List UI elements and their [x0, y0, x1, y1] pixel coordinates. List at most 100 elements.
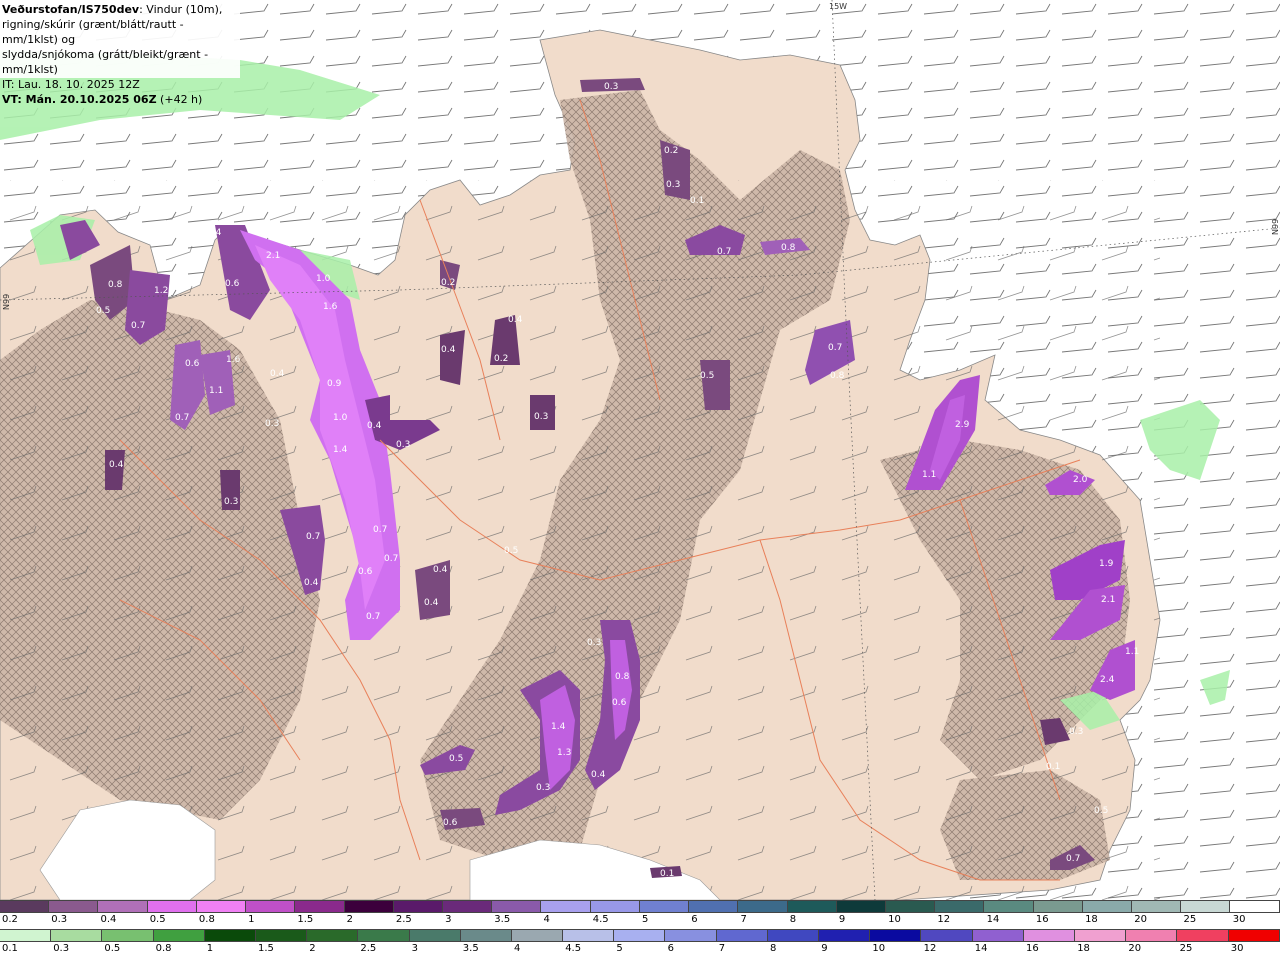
precip-label: 0.3: [587, 638, 601, 648]
precip-label: 0.7: [384, 554, 398, 564]
precip-label: 1.4: [551, 722, 566, 732]
precip-label: 0.1: [660, 869, 674, 879]
snow-legend-swatches: [0, 900, 1280, 914]
snow-legend-tick: 0.8: [198, 914, 215, 925]
snow-legend-swatch: [1230, 900, 1280, 913]
precip-label: 0.6: [358, 567, 373, 577]
precip-label: 1.1: [209, 386, 223, 396]
rain-legend-swatch: [1074, 929, 1127, 942]
precip-label: 0.4: [591, 770, 606, 780]
snow-legend-tick: 0.5: [149, 914, 166, 925]
snow-legend-tick: 1: [248, 914, 255, 925]
precip-label: 0.8: [615, 672, 630, 682]
precip-label: 0.7: [131, 321, 145, 331]
snow-legend-tick: 2: [346, 914, 353, 925]
snow-legend-tick: 0.4: [100, 914, 117, 925]
rain-legend-tick: 0.8: [155, 943, 172, 954]
snow-legend-tick: 0.3: [51, 914, 68, 925]
rain-legend-tick: 9: [821, 943, 828, 954]
precip-label: 0.1: [690, 196, 704, 206]
precip-label: 0.7: [717, 247, 731, 257]
rain-legend-tick: 18: [1077, 943, 1090, 954]
rain-legend-ticks: 0.1 0.3 0.5 0.8 1 1.5 2 2.5 3 3.5 4 4.5 5 6 7 8 9 10 12 14 1…: [0, 943, 1280, 957]
snow-legend-tick: 5: [642, 914, 649, 925]
forecast-info-panel: Veðurstofan/IS750dev: Vindur (10m), rign…: [0, 0, 240, 106]
snow-legend-tick: 9: [838, 914, 846, 925]
brand-title: Veðurstofan/IS750dev: [2, 3, 140, 16]
snow-legend-tick: 14: [986, 914, 1000, 925]
rain-legend-tick: 0.1: [2, 943, 18, 954]
precip-label: 0.6: [225, 279, 240, 289]
snow-legend-swatch: [541, 900, 591, 913]
rain-legend-tick: 12: [923, 943, 937, 954]
precip-label: 1.3: [557, 748, 571, 758]
rain-legend-swatch: [358, 929, 410, 942]
snow-legend-tick: 1.5: [297, 914, 314, 925]
precip-label: 0.7: [175, 413, 189, 423]
precip-label: 2.1: [266, 251, 280, 261]
precip-label: 0.2: [494, 354, 508, 364]
snow-legend-swatch: [836, 900, 886, 913]
rain-legend-swatch: [255, 929, 308, 942]
precip-label: 0.4: [304, 578, 319, 588]
precip-label: 0.7: [373, 525, 387, 535]
rain-legend-swatch: [1177, 929, 1229, 942]
rain-legend-tick: 0.3: [53, 943, 70, 954]
snow-legend-swatch: [1181, 900, 1231, 913]
snow-legend-swatch: [787, 900, 837, 913]
snow-legend-swatch: [935, 900, 985, 913]
snow-legend-swatch: [147, 900, 197, 913]
precip-label: 0.4: [270, 369, 285, 379]
precip-label: 0.5: [504, 546, 518, 556]
snow-legend-swatch: [295, 900, 345, 913]
coord-label-n99-right: N99: [1271, 219, 1280, 235]
rain-legend-swatch: [409, 929, 461, 942]
rain-legend-tick: 5: [616, 943, 623, 954]
precip-label: 1.1: [922, 470, 936, 480]
precip-label: 0.7: [366, 612, 380, 622]
precip-label: 0.3: [536, 783, 550, 793]
snow-legend-swatch: [1132, 900, 1182, 913]
snow-legend-tick: 4: [543, 914, 550, 925]
precip-label: 0.5: [1094, 806, 1108, 816]
rain-legend-tick: 30: [1230, 943, 1244, 954]
precip-label: 0.5: [96, 306, 110, 316]
snow-legend-tick: 16: [1035, 914, 1049, 925]
snow-legend-tick: 8: [789, 914, 797, 925]
rain-legend-swatches: [0, 929, 1280, 943]
precip-label: 0.3: [265, 419, 279, 429]
rain-legend-tick: 16: [1026, 943, 1039, 954]
rain-legend-swatch: [102, 929, 154, 942]
precip-label: 0.3: [534, 412, 548, 422]
precip-label: 0.4: [424, 598, 439, 608]
snow-legend-tick: 10: [888, 914, 901, 925]
precip-label: 0.9: [327, 379, 342, 389]
rain-legend-swatch: [0, 929, 52, 942]
rain-legend-tick: 1.5: [258, 943, 274, 954]
snow-legend-swatch: [738, 900, 788, 913]
rain-legend-tick: 14: [974, 943, 988, 954]
precip-label: 0.7: [1066, 854, 1080, 864]
precip-label: 2.4: [1100, 675, 1115, 685]
precip-label: 0.4: [207, 228, 222, 238]
precip-label: 0.7: [306, 532, 320, 542]
snow-legend-tick: 30: [1232, 914, 1246, 925]
precip-label: 2.1: [1101, 595, 1115, 605]
weather-map[interactable]: 15W N99 N99 0.3 0.2 0.3 0.1 0.7 0.8 0.5 …: [0, 0, 1280, 900]
rain-legend-swatch: [716, 929, 768, 942]
snow-legend-swatch: [492, 900, 542, 913]
snow-legend-swatch: [885, 900, 936, 913]
precip-label: 0.3: [666, 180, 680, 190]
snow-legend-swatch: [689, 900, 739, 913]
coord-label-15w: 15W: [829, 2, 847, 11]
rain-legend-tick: 4: [514, 943, 521, 954]
snow-legend-swatch: [1033, 900, 1083, 913]
precip-label: 0.6: [443, 818, 458, 828]
snow-legend-tick: 4.5: [592, 914, 609, 925]
title-line: Veðurstofan/IS750dev: Vindur (10m),: [2, 2, 240, 17]
rain-legend-tick: 20: [1128, 943, 1142, 954]
rain-legend-swatch: [204, 929, 256, 942]
rain-legend-swatch: [921, 929, 973, 942]
precip-label: 0.4: [508, 315, 523, 325]
precip-label: 0.5: [700, 371, 714, 381]
